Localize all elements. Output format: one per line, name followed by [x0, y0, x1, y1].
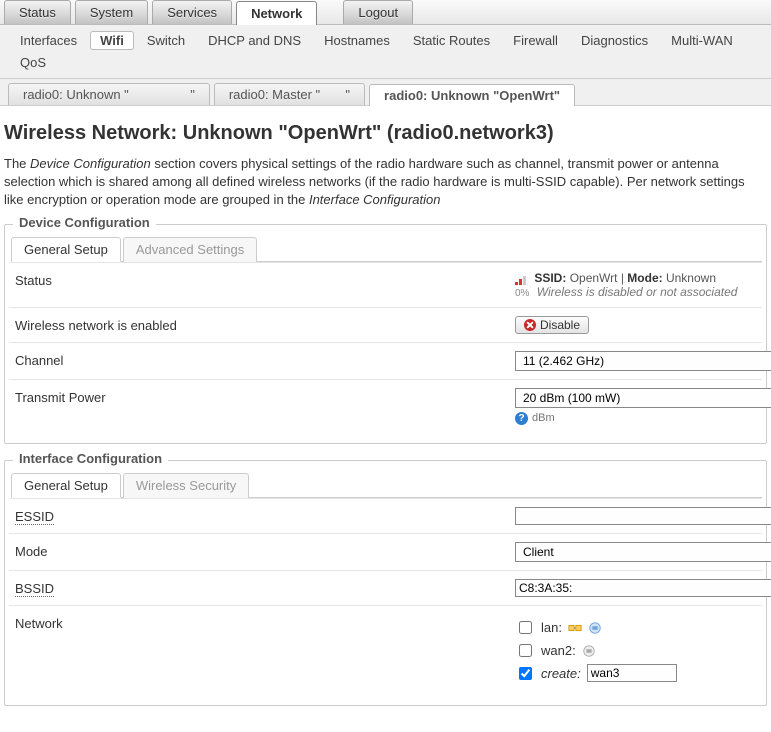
- subnav-diagnostics[interactable]: Diagnostics: [571, 31, 658, 50]
- subnav-wifi[interactable]: Wifi: [90, 31, 134, 50]
- wifi-tab-3[interactable]: radio0: Unknown "OpenWrt": [369, 84, 575, 106]
- net-checkbox-create[interactable]: [519, 667, 532, 680]
- signal-icon: [515, 273, 527, 285]
- subnav-qos[interactable]: QoS: [10, 53, 56, 72]
- tab-status[interactable]: Status: [4, 0, 71, 24]
- disable-button[interactable]: Disable: [515, 316, 589, 334]
- wireless-enabled-label: Wireless network is enabled: [15, 316, 515, 333]
- disable-icon: [524, 319, 536, 331]
- iface-tab-security[interactable]: Wireless Security: [123, 473, 249, 498]
- sub-nav: Interfaces Wifi Switch DHCP and DNS Host…: [0, 25, 771, 79]
- status-value: SSID: OpenWrt | Mode: Unknown 0% Wireles…: [515, 271, 756, 299]
- subnav-multi-wan[interactable]: Multi-WAN: [661, 31, 743, 50]
- net-create-input[interactable]: [587, 664, 677, 682]
- status-label: Status: [15, 271, 515, 288]
- subnav-dhcp-dns[interactable]: DHCP and DNS: [198, 31, 311, 50]
- mode-label: Mode: [15, 542, 515, 559]
- wifi-network-tabs: radio0: Unknown " " radio0: Master " " r…: [0, 79, 771, 106]
- net-lan-label: lan:: [541, 620, 562, 635]
- channel-label: Channel: [15, 351, 515, 368]
- tab-services[interactable]: Services: [152, 0, 232, 24]
- txpower-select[interactable]: 20 dBm (100 mW): [515, 388, 771, 408]
- page-title: Wireless Network: Unknown "OpenWrt" (rad…: [4, 122, 767, 145]
- page-description: The Device Configuration section covers …: [4, 155, 767, 210]
- device-tab-advanced[interactable]: Advanced Settings: [123, 237, 257, 262]
- help-icon[interactable]: ?: [515, 412, 528, 425]
- txpower-hint: dBm: [532, 412, 555, 424]
- tab-logout[interactable]: Logout: [343, 0, 413, 24]
- interface-config-legend: Interface Configuration: [13, 451, 168, 466]
- subnav-switch[interactable]: Switch: [137, 31, 195, 50]
- wifi-tab-1[interactable]: radio0: Unknown " ": [8, 83, 210, 105]
- net-wan2-label: wan2:: [541, 643, 576, 658]
- device-config-legend: Device Configuration: [13, 215, 156, 230]
- iface-tab-general[interactable]: General Setup: [11, 473, 121, 498]
- main-tab-bar: Status System Services Network Logout: [0, 0, 771, 25]
- device-inner-tabs: General Setup Advanced Settings: [11, 236, 762, 262]
- network-label: Network: [15, 614, 515, 631]
- bssid-label: BSSID: [15, 581, 54, 597]
- wifi-tab-2[interactable]: radio0: Master " ": [214, 83, 365, 105]
- bssid-input[interactable]: [515, 579, 771, 597]
- ethernet-icon: [582, 642, 596, 658]
- subnav-firewall[interactable]: Firewall: [503, 31, 568, 50]
- net-checkbox-wan2[interactable]: [519, 644, 532, 657]
- wifi-tab-1-label: radio0: Unknown ": [23, 87, 129, 102]
- disable-button-label: Disable: [540, 318, 580, 332]
- net-checkbox-lan[interactable]: [519, 621, 532, 634]
- essid-label: ESSID: [15, 509, 54, 525]
- tab-system[interactable]: System: [75, 0, 148, 24]
- essid-input[interactable]: [515, 507, 771, 525]
- device-config-section: Device Configuration General Setup Advan…: [4, 224, 767, 444]
- tab-network[interactable]: Network: [236, 1, 317, 25]
- signal-percent: 0%: [515, 288, 529, 299]
- bridge-icon: [568, 619, 582, 635]
- iface-inner-tabs: General Setup Wireless Security: [11, 472, 762, 498]
- mode-select[interactable]: Client: [515, 542, 771, 562]
- device-tab-general[interactable]: General Setup: [11, 237, 121, 262]
- channel-select[interactable]: 11 (2.462 GHz): [515, 351, 771, 371]
- subnav-hostnames[interactable]: Hostnames: [314, 31, 400, 50]
- subnav-static-routes[interactable]: Static Routes: [403, 31, 500, 50]
- txpower-label: Transmit Power: [15, 388, 515, 405]
- subnav-interfaces[interactable]: Interfaces: [10, 31, 87, 50]
- net-create-label: create:: [541, 666, 581, 681]
- interface-config-section: Interface Configuration General Setup Wi…: [4, 460, 767, 706]
- wifi-tab-2-label: radio0: Master ": [229, 87, 320, 102]
- ethernet-icon: [588, 619, 602, 635]
- assoc-hint: Wireless is disabled or not associated: [537, 285, 738, 299]
